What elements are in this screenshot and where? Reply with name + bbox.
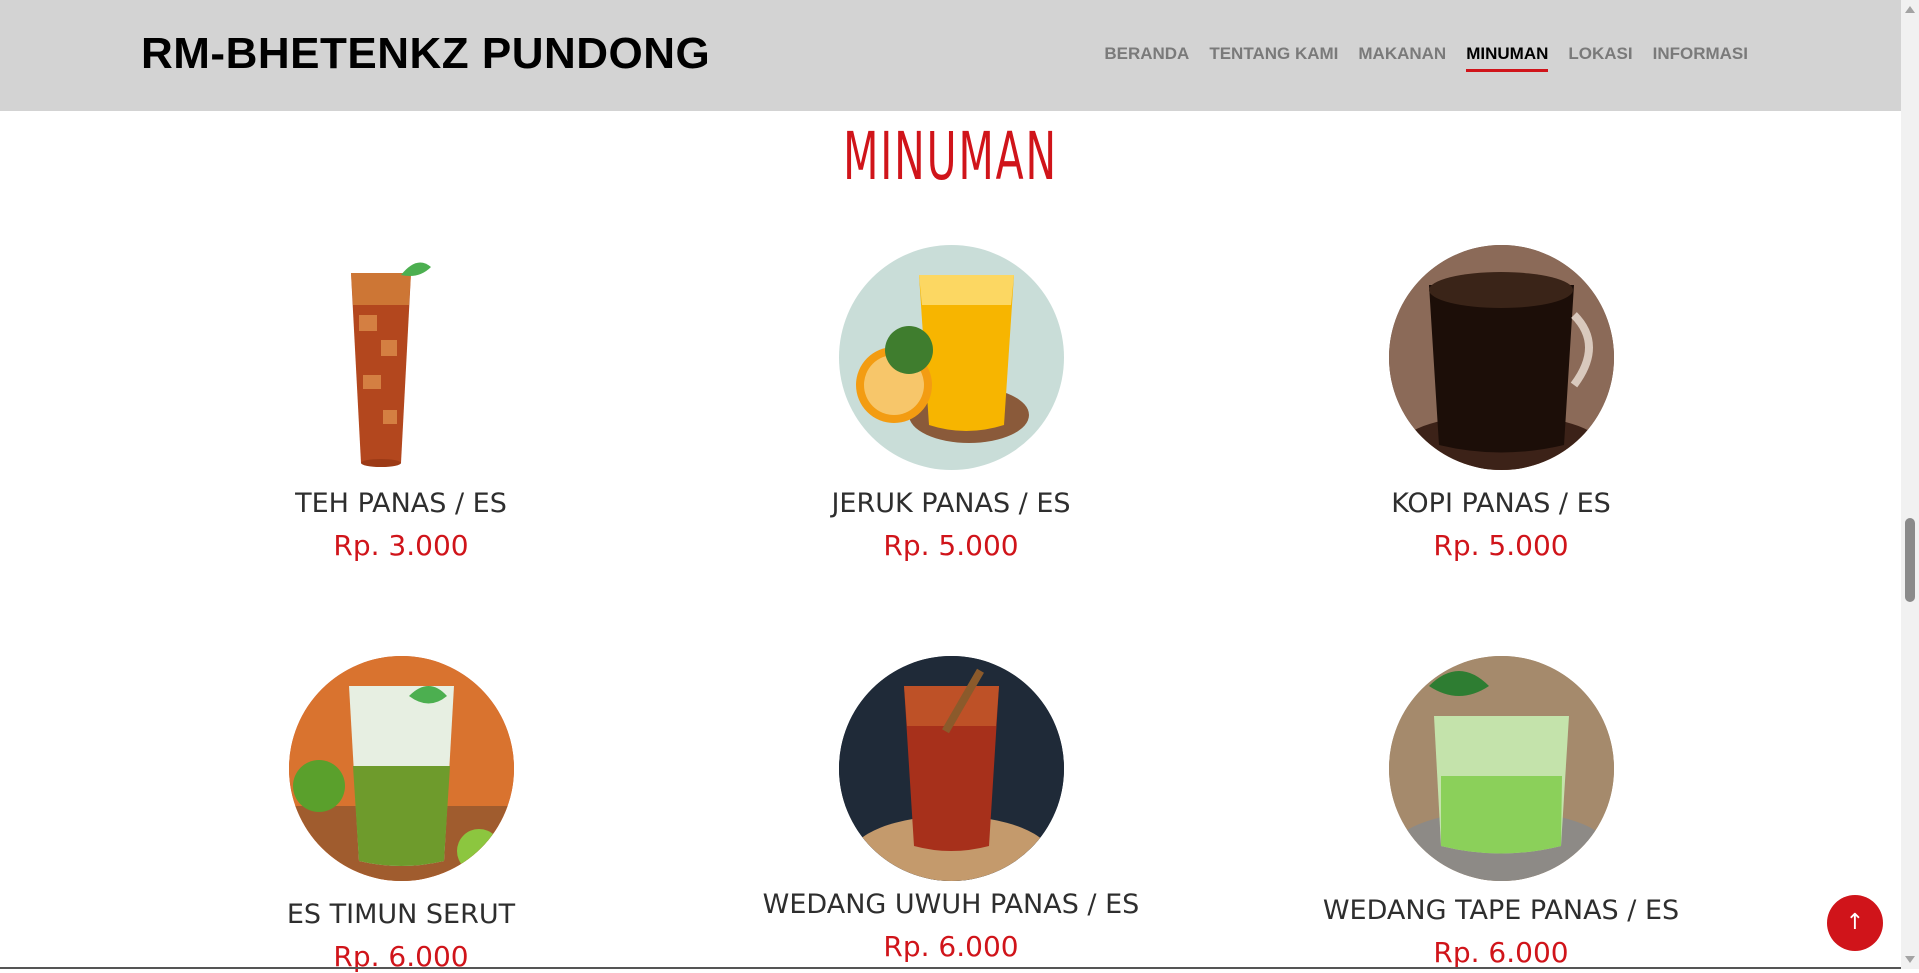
item-price: Rp. 5.000	[883, 529, 1019, 562]
item-name: ES TIMUN SERUT	[286, 899, 516, 930]
nav-item-beranda[interactable]: BERANDA	[1094, 40, 1199, 72]
item-price: Rp. 3.000	[333, 529, 469, 562]
menu-card-jeruk: JERUK PANAS / ES Rp. 5.000	[711, 245, 1191, 562]
brand-title[interactable]: RM-BHETENKZ PUNDONG	[141, 28, 710, 80]
main-nav: BERANDA TENTANG KAMI MAKANAN MINUMAN LOK…	[1094, 40, 1758, 72]
menu-card-wedang-uwuh: WEDANG UWUH PANAS / ES Rp. 6.000	[711, 656, 1191, 963]
item-price: Rp. 6.000	[883, 930, 1019, 963]
section-title: MINUMAN	[843, 118, 1058, 195]
item-price: Rp. 6.000	[1433, 936, 1569, 969]
back-to-top-button[interactable]: ↑	[1827, 895, 1883, 951]
item-name: WEDANG UWUH PANAS / ES	[762, 889, 1140, 920]
nav-item-tentang-kami[interactable]: TENTANG KAMI	[1199, 40, 1348, 72]
scroll-down-arrow-icon[interactable]	[1905, 956, 1915, 963]
arrow-up-icon: ↑	[1845, 910, 1865, 935]
item-name: JERUK PANAS / ES	[831, 488, 1071, 519]
kopi-image	[1388, 245, 1614, 470]
page-scrollbar[interactable]	[1901, 0, 1919, 969]
nav-item-lokasi[interactable]: LOKASI	[1558, 40, 1642, 72]
menu-card-kopi: KOPI PANAS / ES Rp. 5.000	[1261, 245, 1741, 562]
wedang-tape-image	[1388, 656, 1614, 881]
menu-card-teh: TEH PANAS / ES Rp. 3.000	[161, 245, 641, 562]
nav-item-informasi[interactable]: INFORMASI	[1643, 40, 1758, 72]
site-header: RM-BHETENKZ PUNDONG BERANDA TENTANG KAMI…	[0, 0, 1901, 111]
scroll-thumb[interactable]	[1905, 518, 1915, 602]
nav-item-minuman[interactable]: MINUMAN	[1456, 40, 1558, 72]
menu-card-timun: ES TIMUN SERUT Rp. 6.000	[161, 656, 641, 973]
nav-item-makanan[interactable]: MAKANAN	[1348, 40, 1456, 72]
item-name: WEDANG TAPE PANAS / ES	[1322, 895, 1680, 926]
item-name: KOPI PANAS / ES	[1391, 488, 1611, 519]
item-name: TEH PANAS / ES	[295, 488, 507, 519]
scroll-up-arrow-icon[interactable]	[1905, 6, 1915, 13]
wedang-uwuh-image	[838, 656, 1064, 881]
item-price: Rp. 5.000	[1433, 529, 1569, 562]
menu-card-wedang-tape: WEDANG TAPE PANAS / ES Rp. 6.000	[1261, 656, 1741, 969]
jeruk-image	[838, 245, 1064, 470]
timun-image	[288, 656, 514, 881]
teh-image	[289, 245, 514, 470]
